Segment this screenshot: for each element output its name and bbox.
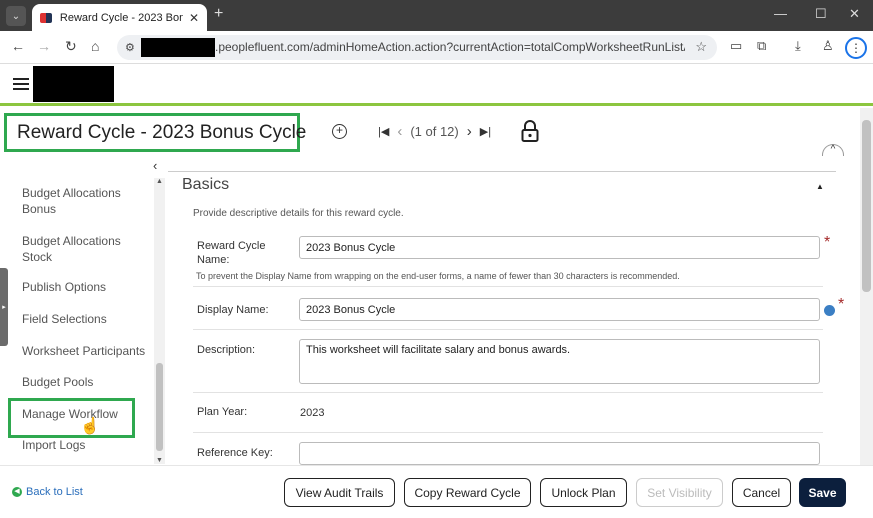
profile-icon[interactable]: ♙ [822, 38, 834, 54]
display-name-hint: To prevent the Display Name from wrappin… [196, 271, 680, 281]
reward-cycle-name-label: Reward Cycle Name: [197, 240, 266, 266]
hand-cursor-icon: ☝ [80, 418, 100, 435]
save-button[interactable]: Save [799, 478, 846, 507]
scroll-down-icon[interactable]: ▼ [156, 457, 163, 464]
set-visibility-button[interactable]: Set Visibility [636, 478, 723, 507]
site-info-icon[interactable]: ⚙ [125, 41, 135, 54]
globe-icon[interactable] [824, 305, 835, 316]
download-icon[interactable]: ⤓ [795, 38, 801, 54]
row-divider [193, 392, 823, 393]
section-description: Provide descriptive details for this rew… [193, 208, 404, 219]
sidebar-scrollbar[interactable]: ▲ ▼ [154, 178, 165, 464]
section-collapse-icon[interactable]: ▲ [816, 182, 824, 191]
tab-search-icon[interactable]: ⌄ [6, 6, 26, 26]
minimize-icon[interactable]: — [774, 6, 787, 21]
back-to-list-link[interactable]: ◀ Back to List [12, 486, 83, 498]
hamburger-menu-icon[interactable] [13, 78, 29, 90]
redacted-domain [141, 38, 215, 57]
next-page-icon[interactable]: › [467, 123, 472, 140]
action-footer: ◀ Back to List View Audit Trails Copy Re… [0, 465, 873, 518]
main-scrollbar[interactable] [860, 108, 873, 465]
previous-page-icon[interactable]: ‹ [397, 123, 402, 140]
main-scroll-thumb[interactable] [862, 120, 871, 292]
first-page-icon[interactable]: |◀ [378, 125, 389, 138]
reload-icon[interactable]: ↻ [65, 38, 77, 55]
display-name-label: Display Name: [197, 304, 269, 316]
view-audit-trails-button[interactable]: View Audit Trails [284, 478, 395, 507]
panel-expand-handle[interactable]: ▸ [0, 268, 8, 346]
browser-tab-bar: ⌄ Reward Cycle - 2023 Bonus Cyc ✕ + — ☐ … [0, 0, 873, 31]
lock-icon[interactable] [521, 120, 539, 142]
browser-toolbar: ← → ↻ ⌂ ⚙ .peoplefluent.com/adminHomeAct… [0, 31, 873, 64]
reference-key-input[interactable] [299, 442, 820, 465]
row-divider [193, 329, 823, 330]
browser-tab[interactable]: Reward Cycle - 2023 Bonus Cyc ✕ [32, 4, 207, 31]
url-text[interactable]: .peoplefluent.com/adminHomeAction.action… [215, 40, 685, 54]
collapse-all-icon[interactable]: ^ [822, 144, 844, 156]
last-page-icon[interactable]: ▶| [480, 125, 491, 138]
back-arrow-icon: ◀ [12, 487, 22, 497]
page-title: Reward Cycle - 2023 Bonus Cycle [17, 121, 307, 143]
home-icon[interactable]: ⌂ [91, 38, 99, 54]
sidebar-item-worksheet-participants[interactable]: Worksheet Participants [22, 343, 152, 359]
back-to-list-label: Back to List [26, 486, 83, 498]
forward-arrow-icon[interactable]: → [37, 38, 51, 54]
plan-year-value: 2023 [300, 407, 325, 419]
collapse-nav-icon[interactable]: ‹ [153, 158, 157, 173]
company-logo [33, 66, 114, 102]
extensions-icon[interactable]: ⧉ [757, 38, 766, 54]
display-name-input[interactable] [299, 298, 820, 321]
plan-year-label: Plan Year: [197, 406, 248, 418]
cancel-button[interactable]: Cancel [732, 478, 791, 507]
manage-workflow-highlight [8, 398, 135, 438]
description-textarea[interactable]: This worksheet will facilitate salary an… [299, 339, 820, 384]
maximize-icon[interactable]: ☐ [815, 6, 827, 22]
browser-menu-icon[interactable]: ⋮ [845, 37, 867, 59]
pager-count: (1 of 12) [410, 124, 459, 139]
sidebar-item-budget-allocations-bonus[interactable]: Budget Allocations Bonus [22, 185, 152, 217]
back-arrow-icon[interactable]: ← [11, 38, 25, 54]
sidebar-item-publish-options[interactable]: Publish Options [22, 279, 152, 295]
scroll-up-icon[interactable]: ▲ [156, 178, 163, 185]
sidebar-item-import-logs[interactable]: Import Logs [22, 437, 152, 453]
sidebar-item-budget-pools[interactable]: Budget Pools [22, 374, 152, 390]
favicon-icon [40, 12, 52, 23]
sidebar-item-field-selections[interactable]: Field Selections [22, 311, 152, 327]
row-divider [193, 286, 823, 287]
record-pager: |◀ ‹ (1 of 12) › ▶| [378, 123, 491, 140]
required-marker: * [838, 296, 845, 313]
required-marker: * [824, 234, 831, 251]
sidebar-scroll-thumb[interactable] [156, 363, 163, 451]
description-label: Description: [197, 344, 256, 356]
copy-reward-cycle-button[interactable]: Copy Reward Cycle [404, 478, 531, 507]
page-title-highlight: Reward Cycle - 2023 Bonus Cycle [4, 113, 306, 152]
row-divider [193, 432, 823, 433]
section-title: Basics [182, 176, 230, 193]
unlock-plan-button[interactable]: Unlock Plan [540, 478, 627, 507]
cast-icon[interactable]: ▭ [730, 38, 742, 54]
close-tab-icon[interactable]: ✕ [189, 11, 199, 25]
add-circle-icon[interactable]: + [332, 124, 347, 139]
app-header [0, 64, 873, 106]
sidebar-item-budget-allocations-stock[interactable]: Budget Allocations Stock [22, 233, 152, 265]
address-bar[interactable]: ⚙ .peoplefluent.com/adminHomeAction.acti… [117, 35, 717, 60]
new-tab-icon[interactable]: + [214, 5, 223, 23]
close-window-icon[interactable]: ✕ [849, 6, 860, 22]
bookmark-star-icon[interactable]: ☆ [695, 39, 707, 55]
reference-key-label: Reference Key: [197, 447, 273, 459]
section-top-divider [168, 171, 836, 172]
tab-title: Reward Cycle - 2023 Bonus Cyc [59, 11, 183, 24]
reward-cycle-name-input[interactable] [299, 236, 820, 259]
